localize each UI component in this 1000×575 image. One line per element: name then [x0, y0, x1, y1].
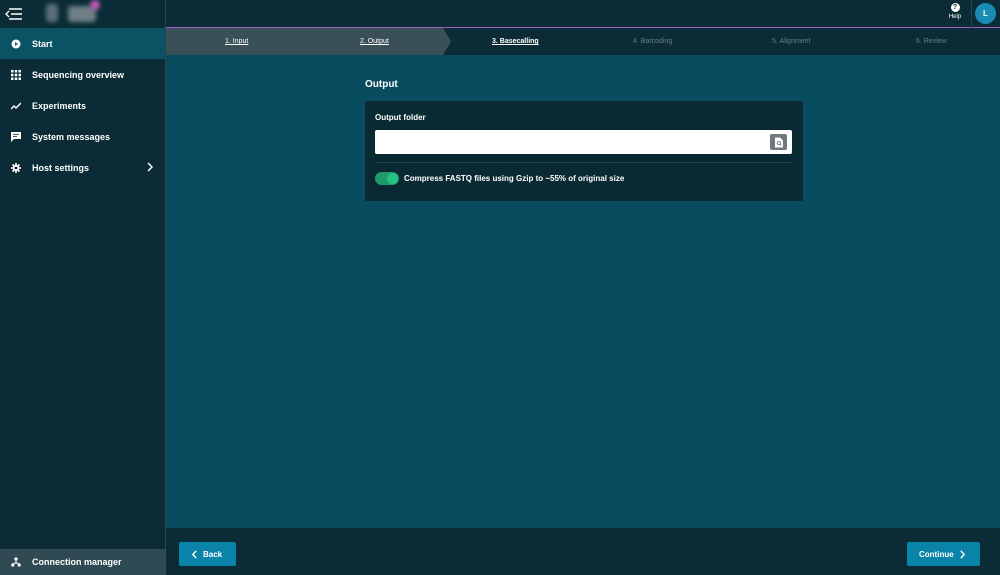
topbar-divider — [971, 0, 972, 28]
main-content: Output Output folder Compress FASTQ file… — [166, 55, 1000, 528]
connection-manager-label: Connection manager — [32, 557, 122, 567]
sidebar-item-label: Start — [32, 38, 53, 49]
sidebar-item-host-settings[interactable]: Host settings — [0, 152, 165, 183]
sidebar-item-label: System messages — [32, 131, 111, 142]
sidebar-item-system-messages[interactable]: System messages — [0, 121, 165, 152]
stepper-progress — [166, 28, 451, 55]
step-basecalling[interactable]: 3. Basecalling — [492, 28, 539, 55]
step-input[interactable]: 1. Input — [225, 28, 248, 55]
connection-manager-button[interactable]: Connection manager — [0, 549, 166, 575]
step-review: 6. Review — [916, 38, 947, 45]
sidebar: Start Sequencing overview Experiments Sy… — [0, 0, 166, 575]
menu-collapse-icon[interactable] — [4, 6, 24, 22]
help-button[interactable]: ? Help — [942, 3, 968, 25]
trend-icon — [11, 101, 21, 111]
sidebar-item-experiments[interactable]: Experiments — [0, 90, 165, 121]
sidebar-item-label: Experiments — [32, 100, 87, 111]
continue-label: Continue — [919, 549, 954, 559]
chevron-right-icon — [147, 162, 154, 174]
wizard-stepper: 1. Input 2. Output 3. Basecalling 4. Bar… — [166, 28, 1000, 55]
browse-folder-button[interactable] — [770, 134, 787, 150]
step-barcoding: 4. Barcoding — [633, 38, 673, 45]
app-logo — [42, 0, 104, 24]
output-folder-input[interactable] — [375, 130, 792, 154]
output-card: Output folder Compress FASTQ files using… — [365, 101, 803, 201]
footer: Back Continue — [166, 528, 1000, 575]
help-icon: ? — [950, 3, 960, 12]
card-divider — [375, 162, 792, 163]
output-folder-label: Output folder — [375, 113, 426, 122]
compress-toggle[interactable] — [375, 172, 399, 185]
sidebar-item-label: Host settings — [32, 162, 90, 173]
chevron-right-icon — [959, 549, 965, 559]
sidebar-header — [0, 0, 165, 28]
message-icon — [11, 131, 21, 142]
chevron-left-icon — [192, 549, 197, 559]
network-icon — [11, 557, 21, 567]
continue-button[interactable]: Continue — [907, 542, 980, 566]
help-label: Help — [948, 14, 962, 20]
topbar: ? Help L — [166, 0, 1000, 28]
sidebar-nav: Start Sequencing overview Experiments Sy… — [0, 28, 165, 183]
sidebar-item-start[interactable]: Start — [0, 28, 165, 59]
sidebar-item-label: Sequencing overview — [32, 69, 125, 80]
toggle-knob — [387, 173, 398, 184]
play-circle-icon — [11, 39, 21, 49]
grid-icon — [11, 69, 21, 80]
back-button[interactable]: Back — [179, 542, 236, 566]
step-alignment: 5. Alignment — [772, 38, 811, 45]
step-output[interactable]: 2. Output — [360, 28, 389, 55]
gear-icon — [11, 162, 21, 173]
compress-toggle-label: Compress FASTQ files using Gzip to ~55% … — [404, 174, 625, 183]
back-label: Back — [203, 549, 223, 559]
user-avatar[interactable]: L — [975, 3, 996, 24]
section-title: Output — [365, 79, 398, 90]
sidebar-item-sequencing-overview[interactable]: Sequencing overview — [0, 59, 165, 90]
file-search-icon — [774, 137, 784, 148]
